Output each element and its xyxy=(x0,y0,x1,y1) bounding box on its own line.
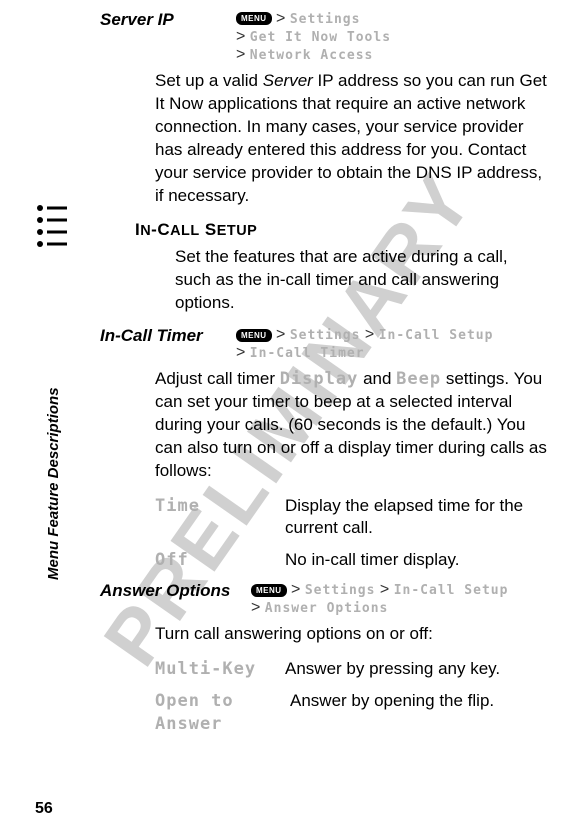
path-settings: Settings xyxy=(290,12,361,27)
beep-keyword: Beep xyxy=(396,369,441,389)
text-fragment: Adjust call timer xyxy=(155,369,280,388)
option-off-desc: No in-call timer display. xyxy=(285,549,547,571)
option-open-key: Open to Answer xyxy=(155,690,290,734)
path-in-call-timer: In-Call Timer xyxy=(250,346,365,361)
server-italic: Server xyxy=(263,71,313,90)
path-separator: > xyxy=(380,581,394,598)
text-fragment: and xyxy=(358,369,396,388)
path-separator: > xyxy=(236,46,250,63)
in-call-setup-heading: IN-CALL SETUP xyxy=(135,220,547,240)
option-multikey-key: Multi-Key xyxy=(155,658,285,680)
path-in-call-setup: In-Call Setup xyxy=(379,328,494,343)
path-settings: Settings xyxy=(290,328,361,343)
path-separator: > xyxy=(291,581,305,598)
option-time-key: Time xyxy=(155,495,285,539)
option-off-key: Off xyxy=(155,549,285,571)
answer-options-title: Answer Options xyxy=(100,581,245,601)
in-call-timer-title: In-Call Timer xyxy=(100,326,230,346)
path-separator: > xyxy=(365,326,379,343)
server-ip-title: Server IP xyxy=(100,10,230,30)
menu-badge-icon: MENU xyxy=(236,12,272,25)
answer-options-body: Turn call answering options on or off: xyxy=(155,623,547,646)
in-call-timer-body: Adjust call timer Display and Beep setti… xyxy=(155,368,547,483)
side-section-label: Menu Feature Descriptions xyxy=(45,387,62,580)
option-open-desc: Answer by opening the flip. xyxy=(290,690,547,734)
path-answer-options: Answer Options xyxy=(265,601,389,616)
path-in-call-setup: In-Call Setup xyxy=(394,583,509,598)
in-call-setup-body: Set the features that are active during … xyxy=(175,246,547,315)
path-separator: > xyxy=(276,326,290,343)
path-separator: > xyxy=(236,344,250,361)
option-multikey-desc: Answer by pressing any key. xyxy=(285,658,547,680)
display-keyword: Display xyxy=(280,369,359,389)
list-bullets-icon xyxy=(35,200,69,257)
path-separator: > xyxy=(236,28,250,45)
path-separator: > xyxy=(276,10,290,27)
menu-badge-icon: MENU xyxy=(251,584,287,597)
path-separator: > xyxy=(251,599,265,616)
path-get-it-now-tools: Get It Now Tools xyxy=(250,30,391,45)
page-number: 56 xyxy=(35,800,53,818)
path-settings: Settings xyxy=(305,583,376,598)
server-ip-body: Set up a valid Server IP address so you … xyxy=(155,70,547,208)
menu-badge-icon: MENU xyxy=(236,329,272,342)
option-time-desc: Display the elapsed time for the current… xyxy=(285,495,547,539)
path-network-access: Network Access xyxy=(250,48,374,63)
